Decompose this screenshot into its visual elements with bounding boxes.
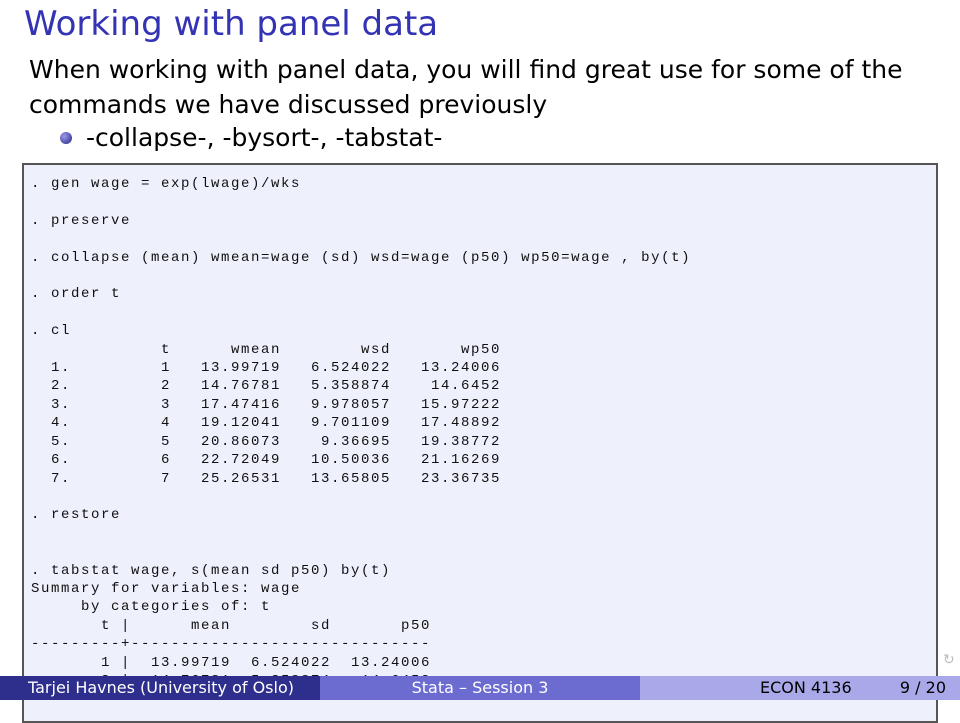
footer-course: ECON 4136 [760,678,852,697]
slide-title: Working with panel data [24,4,439,44]
stata-output: . gen wage = exp(lwage)/wks . preserve .… [31,176,692,689]
bullet-text: -collapse-, -bysort-, -tabstat- [86,123,443,152]
bullet-item: -collapse-, -bysort-, -tabstat- [60,123,442,152]
footer-page: 9 / 20 [899,678,946,697]
footer-right: ECON 4136 9 / 20 [640,676,960,700]
bullet-icon [60,131,72,144]
navigation-icon[interactable]: ↻ [943,652,955,668]
code-block: . gen wage = exp(lwage)/wks . preserve .… [22,163,938,723]
footer: Tarjei Havnes (University of Oslo) Stata… [0,676,960,700]
intro-text: When working with panel data, you will f… [29,55,903,119]
footer-session: Stata – Session 3 [320,676,640,700]
footer-author: Tarjei Havnes (University of Oslo) [0,676,320,700]
